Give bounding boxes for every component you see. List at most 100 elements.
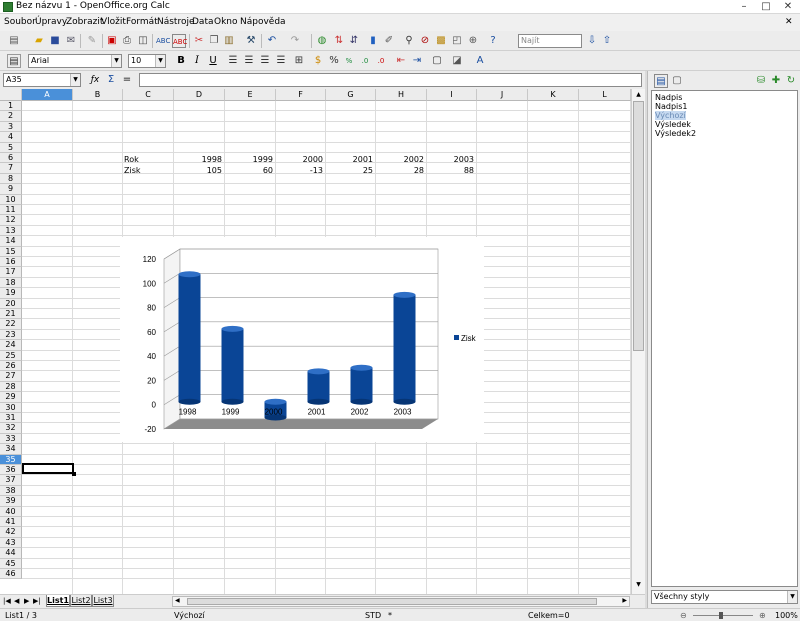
autospellcheck-icon[interactable]: ABC <box>172 34 187 48</box>
next-sheet-icon[interactable]: ▶ <box>24 597 29 605</box>
menu-okno[interactable]: Okno <box>214 17 238 27</box>
cell-cursor-a35[interactable] <box>22 463 74 474</box>
chevron-down-icon[interactable]: ▼ <box>111 55 121 67</box>
percent-icon[interactable]: % <box>327 54 341 68</box>
cell-e7[interactable]: 60 <box>225 166 273 175</box>
cell-h7[interactable]: 28 <box>376 166 424 175</box>
scroll-right-icon[interactable]: ▶ <box>622 597 627 604</box>
function-wizard-icon[interactable]: ƒx <box>88 73 102 87</box>
row-header-16[interactable]: 16 <box>0 257 22 268</box>
formula-input[interactable] <box>139 73 642 87</box>
font-size-box[interactable]: 10 ▼ <box>128 54 166 68</box>
find-previous-icon[interactable]: ⇧ <box>600 34 614 48</box>
show-draw-functions-icon[interactable]: ✐ <box>382 34 396 48</box>
row-header-46[interactable]: 46 <box>0 569 22 580</box>
row-header-6[interactable]: 6 <box>0 153 22 164</box>
italic-icon[interactable]: I <box>190 54 204 68</box>
gallery-icon[interactable]: ▩ <box>434 34 448 48</box>
row-header-5[interactable]: 5 <box>0 142 22 153</box>
align-right-icon[interactable]: ☰ <box>258 54 272 68</box>
find-input[interactable]: Najít <box>518 34 582 48</box>
zoom-slider-handle[interactable] <box>719 612 723 619</box>
cell-i6[interactable]: 2003 <box>427 155 474 164</box>
style-item[interactable]: Nadpis <box>655 93 682 102</box>
currency-icon[interactable]: $ <box>311 54 325 68</box>
find-replace-icon[interactable]: ⚲ <box>402 34 416 48</box>
help-icon[interactable]: ? <box>486 34 500 48</box>
add-decimal-icon[interactable]: .0 <box>358 54 372 68</box>
row-header-32[interactable]: 32 <box>0 423 22 434</box>
status-page-style[interactable]: Výchozí <box>174 611 205 620</box>
zoom-out-icon[interactable]: ⊖ <box>680 611 687 620</box>
row-header-23[interactable]: 23 <box>0 329 22 341</box>
new-style-icon[interactable]: ✚ <box>769 74 783 88</box>
row-header-30[interactable]: 30 <box>0 402 22 413</box>
maximize-button[interactable]: □ <box>755 0 777 13</box>
row-header-11[interactable]: 11 <box>0 205 22 216</box>
cell-f7[interactable]: -13 <box>276 166 323 175</box>
cut-icon[interactable]: ✂ <box>192 34 206 48</box>
find-next-icon[interactable]: ⇩ <box>585 34 599 48</box>
borders-icon[interactable]: ▢ <box>430 54 444 68</box>
row-header-12[interactable]: 12 <box>0 215 22 226</box>
minimize-button[interactable]: – <box>733 0 755 13</box>
redo-icon[interactable]: ↷ <box>288 34 302 48</box>
column-header-l[interactable]: L <box>579 89 631 101</box>
menu-data[interactable]: Data <box>192 17 214 27</box>
function-icon[interactable]: = <box>120 73 134 87</box>
update-style-icon[interactable]: ↻ <box>784 74 798 88</box>
status-zoom[interactable]: 100% <box>775 611 798 620</box>
column-header-h[interactable]: H <box>376 89 427 101</box>
edit-file-icon[interactable]: ✎ <box>85 34 99 48</box>
close-button[interactable]: ✕ <box>777 0 799 13</box>
horizontal-scroll-thumb[interactable] <box>187 598 597 605</box>
row-header-33[interactable]: 33 <box>0 433 22 445</box>
spellcheck-icon[interactable]: ABC <box>156 34 170 48</box>
row-header-42[interactable]: 42 <box>0 527 22 538</box>
scroll-left-icon[interactable]: ◀ <box>175 597 180 604</box>
cell-c7[interactable]: Zisk <box>124 166 141 175</box>
column-header-k[interactable]: K <box>528 89 579 101</box>
delete-decimal-icon[interactable]: .0 <box>374 54 388 68</box>
row-header-31[interactable]: 31 <box>0 413 22 424</box>
underline-icon[interactable]: U <box>206 54 220 68</box>
last-sheet-icon[interactable]: ▶| <box>33 597 41 605</box>
column-header-j[interactable]: J <box>477 89 528 101</box>
row-header-18[interactable]: 18 <box>0 277 22 289</box>
menu-soubor[interactable]: Soubor <box>4 17 36 27</box>
sheet-tab-list3[interactable]: List3 <box>92 595 114 607</box>
menu-napoveda[interactable]: Nápověda <box>240 17 286 27</box>
cell-g7[interactable]: 25 <box>326 166 373 175</box>
cell-styles-icon[interactable]: ▤ <box>654 74 668 88</box>
row-header-20[interactable]: 20 <box>0 298 22 309</box>
cell-i7[interactable]: 88 <box>427 166 474 175</box>
email-icon[interactable]: ✉ <box>64 34 78 48</box>
chevron-down-icon[interactable]: ▼ <box>787 591 797 603</box>
sheet-tab-list1[interactable]: List1 <box>46 595 70 607</box>
page-styles-icon[interactable]: ▢ <box>670 74 684 88</box>
select-all-corner[interactable] <box>0 89 22 101</box>
row-header-27[interactable]: 27 <box>0 371 22 382</box>
sort-ascending-icon[interactable]: ⇅ <box>332 34 346 48</box>
cell-f6[interactable]: 2000 <box>276 155 323 164</box>
name-box[interactable]: A35 ▼ <box>3 73 81 87</box>
row-header-29[interactable]: 29 <box>0 392 22 403</box>
data-sources-icon[interactable]: ◰ <box>450 34 464 48</box>
row-header-15[interactable]: 15 <box>0 246 22 257</box>
row-header-4[interactable]: 4 <box>0 132 22 143</box>
cell-e6[interactable]: 1999 <box>225 155 273 164</box>
fill-handle[interactable] <box>72 472 76 476</box>
style-item[interactable]: Nadpis1 <box>655 102 688 111</box>
cell-d7[interactable]: 105 <box>174 166 222 175</box>
hyperlink-icon[interactable]: ◍ <box>315 34 329 48</box>
undo-icon[interactable]: ↶ <box>265 34 279 48</box>
row-header-21[interactable]: 21 <box>0 309 22 320</box>
chart-object[interactable]: 120 100 80 60 40 20 0 -20 1998 1999 2000 2001 2002 2… <box>120 237 484 442</box>
row-header-3[interactable]: 3 <box>0 121 22 133</box>
save-icon[interactable]: ■ <box>48 34 62 48</box>
row-header-8[interactable]: 8 <box>0 173 22 185</box>
row-header-9[interactable]: 9 <box>0 184 22 195</box>
zoom-slider[interactable] <box>693 615 753 616</box>
fill-format-icon[interactable]: ⛁ <box>754 74 768 88</box>
row-header-41[interactable]: 41 <box>0 517 22 528</box>
